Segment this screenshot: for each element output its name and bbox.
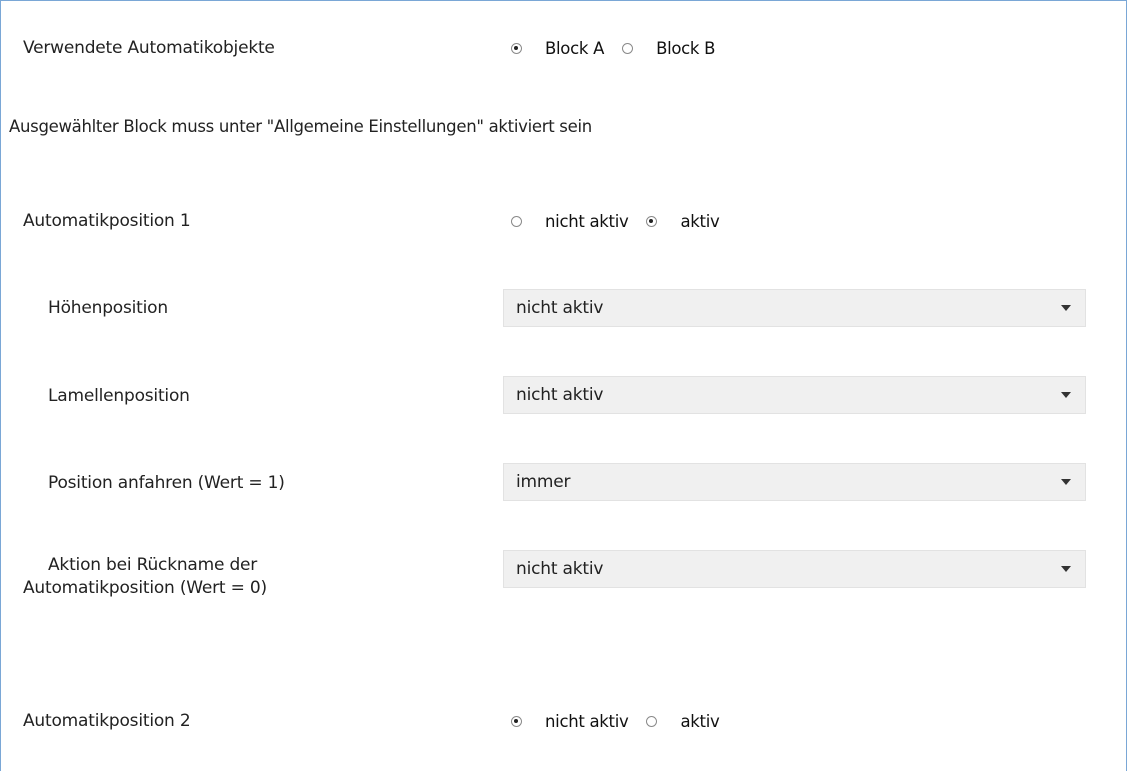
hoehenposition-select[interactable]: nicht aktiv	[503, 289, 1086, 327]
auto-position-2-radio-group: nicht aktiv aktiv	[511, 712, 737, 731]
aktion-rueckname-select[interactable]: nicht aktiv	[503, 550, 1086, 588]
radio-indicator[interactable]	[511, 216, 522, 227]
radio-block-b[interactable]: Block B	[622, 39, 715, 58]
radio-label: nicht aktiv	[545, 212, 629, 231]
block-activation-note: Ausgewählter Block muss unter "Allgemein…	[9, 117, 592, 136]
block-radio-group: Block A Block B	[511, 39, 733, 58]
radio-indicator[interactable]	[646, 716, 658, 727]
radio-pos2-aktiv[interactable]: aktiv	[646, 712, 720, 731]
radio-label: aktiv	[680, 212, 720, 231]
radio-pos2-nicht-aktiv[interactable]: nicht aktiv	[511, 712, 629, 731]
lamellenposition-label: Lamellenposition	[48, 386, 190, 406]
position-anfahren-select[interactable]: immer	[503, 463, 1086, 501]
aktion-rueckname-label-line2: Automatikposition (Wert = 0)	[23, 578, 267, 598]
radio-pos1-nicht-aktiv[interactable]: nicht aktiv	[511, 212, 629, 231]
dropdown-arrow-icon	[1061, 566, 1071, 572]
radio-indicator[interactable]	[622, 43, 634, 54]
radio-label: Block A	[545, 39, 605, 58]
radio-label: nicht aktiv	[545, 712, 629, 731]
radio-label: Block B	[656, 39, 716, 58]
hoehenposition-label: Höhenposition	[48, 298, 168, 318]
position-anfahren-label: Position anfahren (Wert = 1)	[48, 473, 285, 493]
auto-position-1-radio-group: nicht aktiv aktiv	[511, 212, 737, 231]
radio-block-a[interactable]: Block A	[511, 39, 604, 58]
radio-pos1-aktiv[interactable]: aktiv	[646, 212, 720, 231]
auto-position-2-label: Automatikposition 2	[23, 711, 191, 731]
aktion-rueckname-label-line1: Aktion bei Rückname der	[48, 555, 258, 575]
block-selection-label: Verwendete Automatikobjekte	[23, 38, 275, 58]
dropdown-arrow-icon	[1061, 392, 1071, 398]
select-value: nicht aktiv	[516, 559, 604, 579]
radio-indicator-checked[interactable]	[646, 216, 658, 227]
select-value: immer	[516, 472, 571, 492]
auto-position-1-label: Automatikposition 1	[23, 211, 191, 231]
radio-indicator-checked[interactable]	[511, 716, 522, 727]
parameter-panel: Verwendete Automatikobjekte Block A Bloc…	[0, 0, 1127, 771]
radio-label: aktiv	[680, 712, 720, 731]
select-value: nicht aktiv	[516, 298, 604, 318]
dropdown-arrow-icon	[1061, 479, 1071, 485]
select-value: nicht aktiv	[516, 385, 604, 405]
lamellenposition-select[interactable]: nicht aktiv	[503, 376, 1086, 414]
radio-indicator-checked[interactable]	[511, 43, 522, 54]
aktion-rueckname-label: Aktion bei Rückname der Automatikpositio…	[23, 554, 403, 600]
dropdown-arrow-icon	[1061, 305, 1071, 311]
